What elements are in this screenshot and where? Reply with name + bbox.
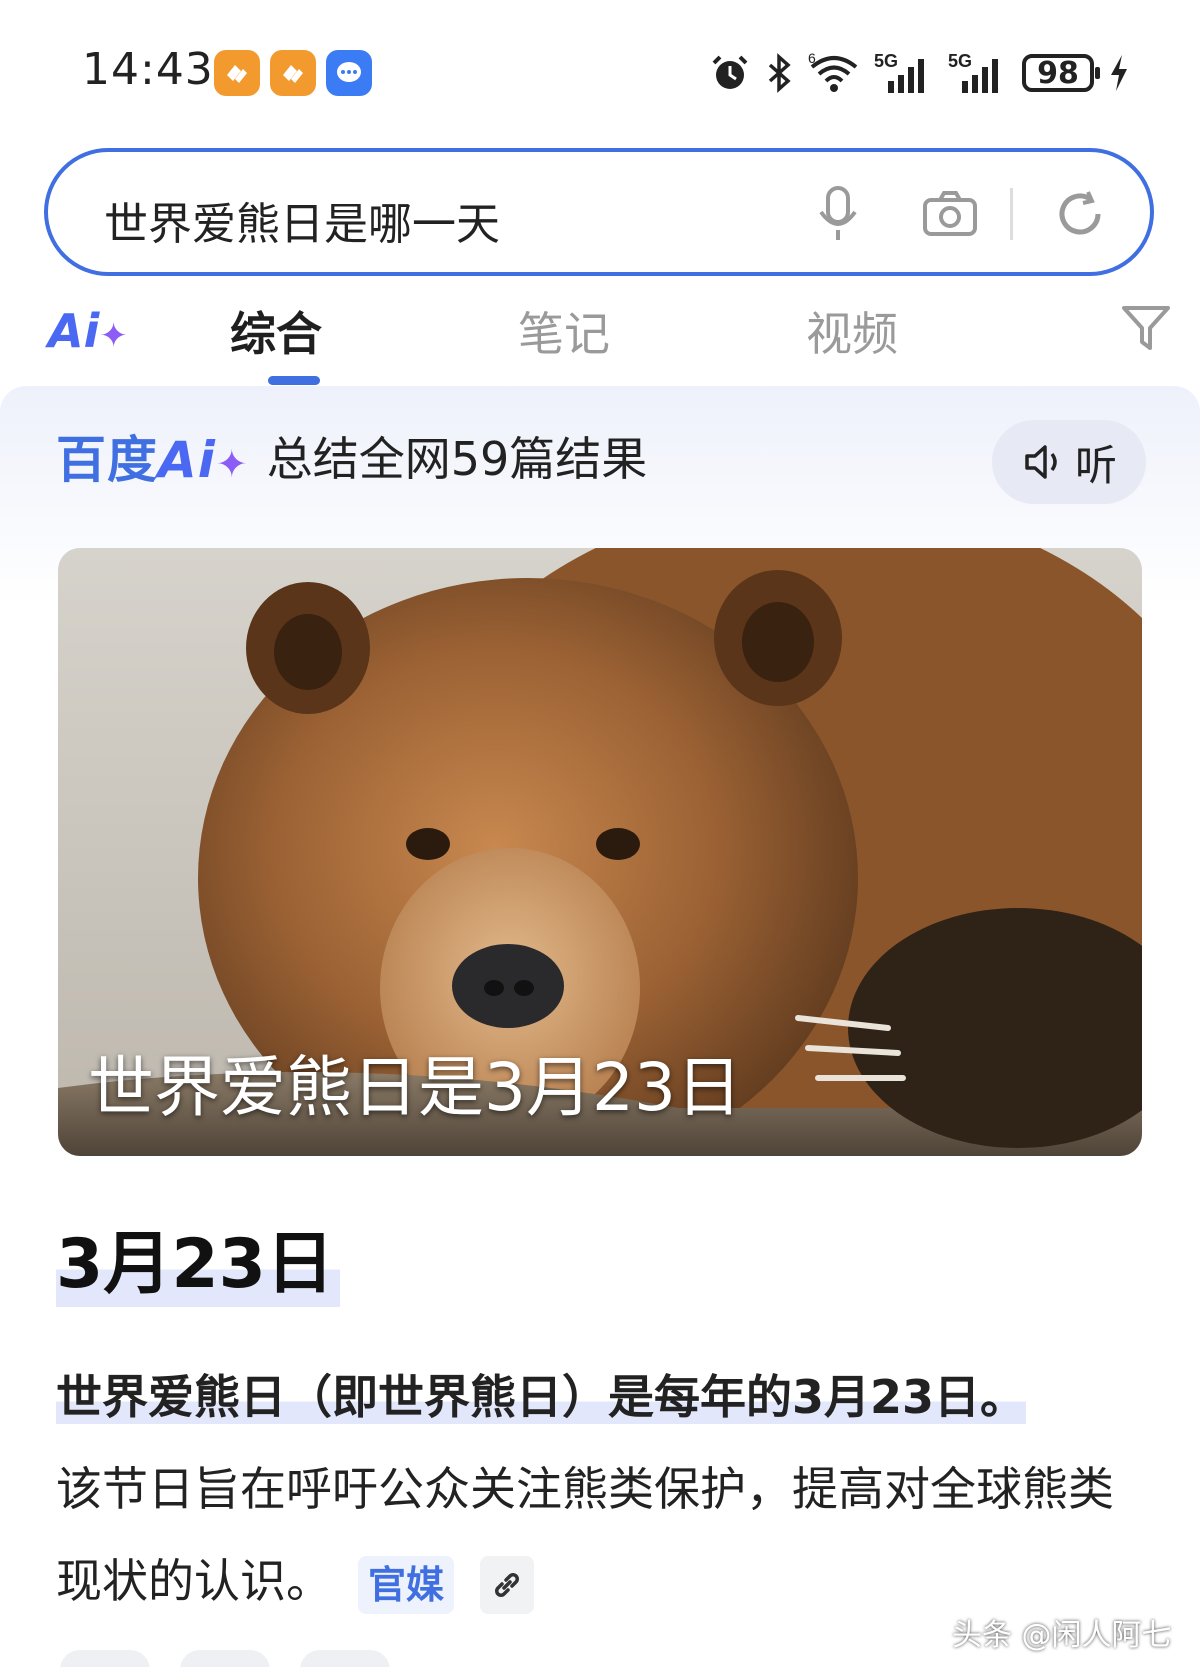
svg-text:6: 6: [808, 53, 816, 66]
status-time: 14:43: [82, 44, 214, 95]
link-icon: [495, 1572, 519, 1597]
search-box[interactable]: 世界爱熊日是哪一天: [44, 148, 1154, 276]
bear-photo[interactable]: 世界爱熊日是3月23日: [58, 548, 1142, 1156]
result-tabs: Ai✦ 综合 笔记 视频: [0, 282, 1200, 385]
tab-ai[interactable]: Ai✦: [48, 304, 128, 358]
tab-notes[interactable]: 笔记: [518, 298, 610, 364]
camera-icon: [923, 191, 977, 236]
app-notification-icon: [270, 50, 316, 96]
answer-title: 3月23日: [56, 1208, 340, 1307]
tab-comprehensive[interactable]: 综合: [230, 298, 322, 364]
answer-body: 世界爱熊日（即世界熊日）是每年的3月23日。 该节日旨在呼吁公众关注熊类保护，提…: [56, 1351, 1146, 1627]
filter-icon: [1122, 306, 1170, 350]
system-icons: 6 5G 5G 98: [710, 48, 1130, 98]
battery-indicator: 98: [1022, 54, 1100, 92]
signal-icon: 5G: [948, 51, 998, 93]
tab-videos[interactable]: 视频: [806, 298, 898, 364]
sparkle-icon: ✦: [215, 442, 249, 486]
app-notification-icon: [214, 50, 260, 96]
refresh-icon: [1059, 191, 1101, 235]
filter-button[interactable]: [1118, 300, 1174, 356]
microphone-icon: [819, 186, 857, 240]
bluetooth-icon: [768, 53, 791, 93]
source-badge[interactable]: 官媒: [358, 1555, 455, 1614]
active-tab-indicator: [268, 376, 320, 385]
listen-button[interactable]: 听: [992, 420, 1146, 504]
ai-summary-panel: 百度Ai✦ 总结全网59篇结果 听 世界爱熊日是3月23日 3月23日 世界爱熊…: [0, 386, 1200, 1667]
status-bar: 14:43 6 5G 5G 98: [0, 0, 1200, 140]
ai-summary-text: 总结全网59篇结果: [266, 432, 648, 486]
ai-summary-header: 百度Ai✦ 总结全网59篇结果: [56, 416, 647, 496]
watermark: 头条 @闲人阿七: [952, 1618, 1172, 1653]
sparkle-icon: ✦: [99, 316, 128, 356]
svg-text:5G: 5G: [874, 51, 898, 71]
source-link-button[interactable]: [480, 1555, 535, 1614]
svg-text:5G: 5G: [948, 51, 972, 71]
ai-tab-label: Ai: [48, 304, 100, 358]
search-divider: [1010, 188, 1013, 240]
answer-highlight: 世界爱熊日（即世界熊日）是每年的3月23日。: [56, 1370, 1027, 1424]
wifi-icon: 6: [808, 53, 858, 92]
image-search-button[interactable]: [918, 182, 982, 246]
charging-icon: [1111, 55, 1127, 91]
baidu-ai-logo: 百度Ai✦: [56, 431, 249, 489]
search-input[interactable]: 世界爱熊日是哪一天: [104, 188, 500, 252]
answer-text: 该节日旨在呼吁公众关注熊类保护，提高对全球熊类现状的认识。: [56, 1462, 1114, 1608]
listen-label: 听: [1074, 440, 1117, 490]
search-submit-button[interactable]: [1048, 182, 1112, 246]
speaker-icon: [1025, 445, 1057, 479]
signal-icon: 5G: [874, 51, 924, 93]
alarm-icon: [712, 55, 748, 89]
more-results-chips: [60, 1650, 420, 1667]
voice-search-button[interactable]: [806, 182, 870, 246]
photo-caption: 世界爱熊日是3月23日: [88, 1049, 742, 1126]
message-notification-icon: [326, 50, 372, 96]
